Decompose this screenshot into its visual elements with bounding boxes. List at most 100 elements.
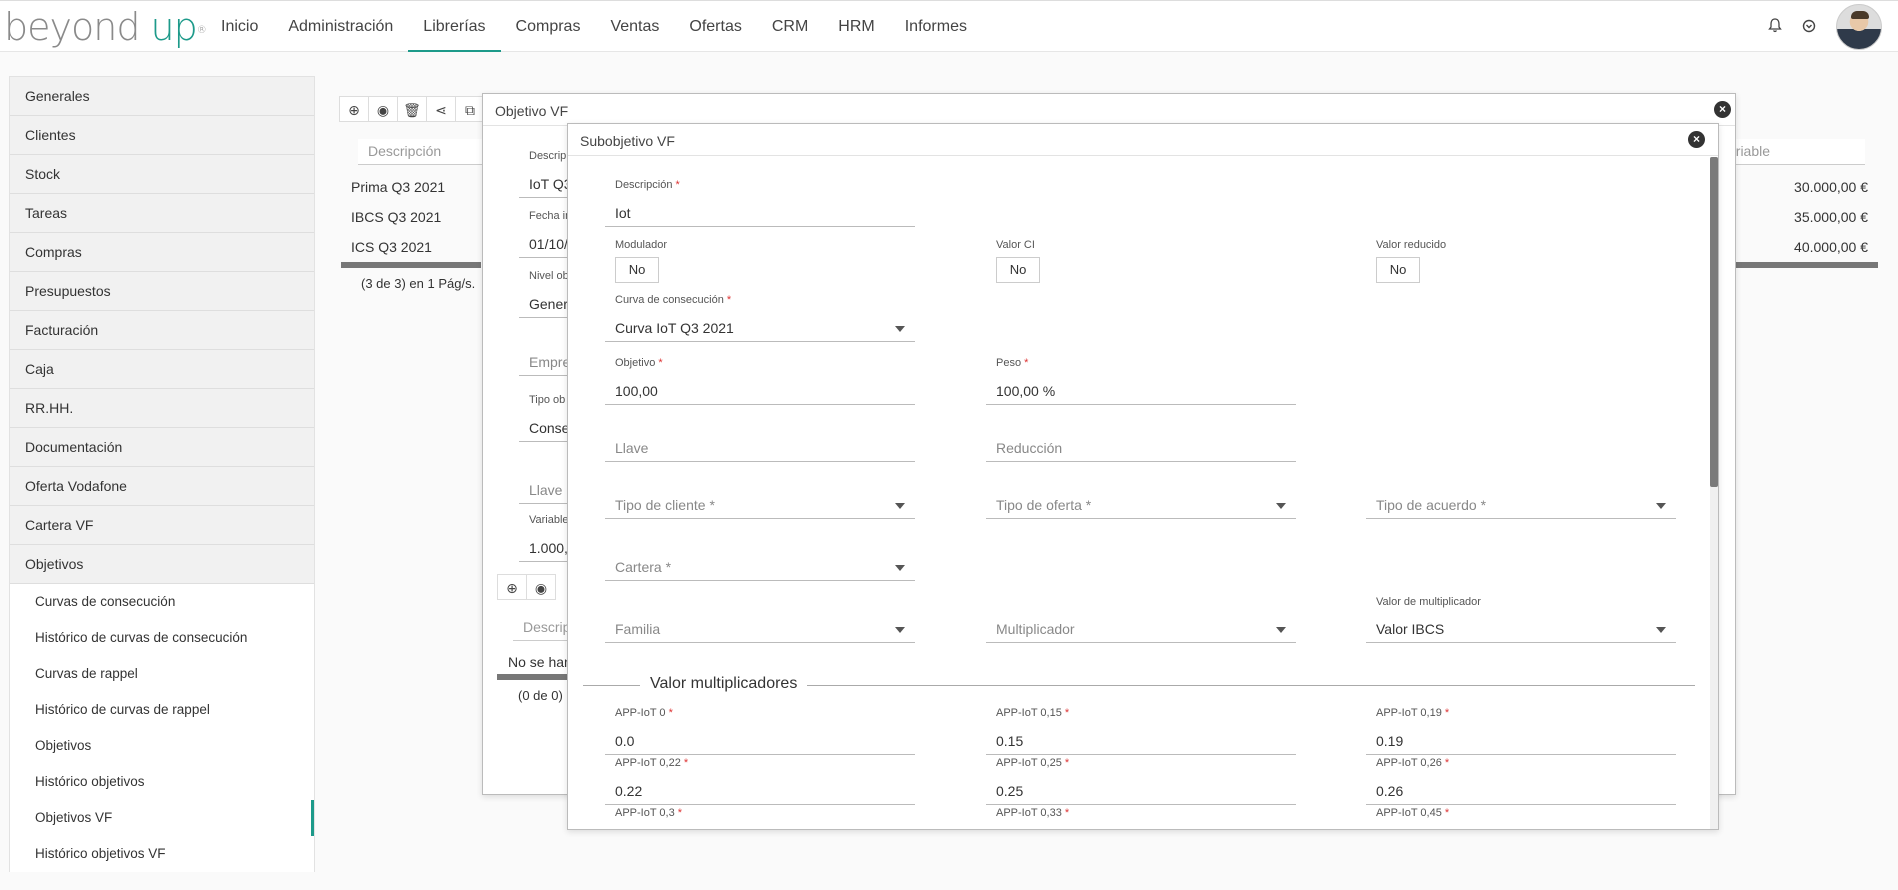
close-icon[interactable]: ×	[1714, 101, 1731, 118]
sidebar-item-caja[interactable]: Caja	[10, 350, 314, 389]
chevron-down-icon	[895, 627, 905, 633]
cartera-select[interactable]: Cartera *	[605, 555, 915, 581]
multiplicador-select[interactable]: Multiplicador	[986, 617, 1296, 643]
objetivo-field[interactable]: 100,00	[605, 379, 915, 405]
list-row-value-2[interactable]: 35.000,00 €	[1718, 209, 1868, 225]
obj-add-button[interactable]: ⊕	[497, 574, 527, 600]
nav-ofertas[interactable]: Ofertas	[674, 1, 756, 52]
list-row-desc-3[interactable]: ICS Q3 2021	[351, 239, 432, 255]
obj-pagination: (0 de 0)	[518, 688, 563, 703]
modulador-toggle[interactable]: No	[615, 257, 659, 283]
nav-compras[interactable]: Compras	[501, 1, 596, 52]
nav-inicio[interactable]: Inicio	[206, 1, 273, 52]
eye-icon: ◉	[534, 580, 548, 596]
obj-view-button[interactable]: ◉	[526, 574, 556, 600]
nav-librerias[interactable]: Librerías	[408, 1, 501, 52]
list-row-desc-2[interactable]: IBCS Q3 2021	[351, 209, 441, 225]
app-iot-022-field[interactable]: 0.22	[605, 779, 915, 805]
llave-field[interactable]: Llave	[605, 436, 915, 462]
obj-label-fecha: Fecha in	[529, 210, 572, 222]
curva-select[interactable]: Curva IoT Q3 2021	[605, 316, 915, 342]
obj-label-descripcion: Descrip	[529, 150, 567, 162]
subobjetivo-vf-dialog: Subobjetivo VF × Descripción * Iot Modul…	[567, 123, 1719, 830]
nav-hrm[interactable]: HRM	[823, 1, 889, 52]
chevron-down-icon	[895, 565, 905, 571]
app-iot-026-field[interactable]: 0.26	[1366, 779, 1676, 805]
label-app-iot-022: APP-IoT 0,22 *	[615, 757, 689, 769]
sidebar-sub-curvas-rappel[interactable]: Curvas de rappel	[10, 656, 314, 692]
nav-ventas[interactable]: Ventas	[595, 1, 674, 52]
cutoff-row: APP-IoT 0,3 * APP-IoT 0,33 * APP-IoT 0,4…	[568, 807, 1708, 829]
descripcion-field[interactable]: Iot	[605, 201, 915, 227]
sidebar-item-oferta-vodafone[interactable]: Oferta Vodafone	[10, 467, 314, 506]
app-iot-015-field[interactable]: 0.15	[986, 729, 1296, 755]
valor-multiplicador-select[interactable]: Valor IBCS	[1366, 617, 1676, 643]
label-app-iot-033: APP-IoT 0,33 *	[996, 807, 1070, 819]
sidebar-sub-historico-objetivos-vf[interactable]: Histórico objetivos VF	[10, 836, 314, 872]
sidebar-item-presupuestos[interactable]: Presupuestos	[10, 272, 314, 311]
add-button[interactable]: ⊕	[339, 96, 369, 122]
sidebar-item-tareas[interactable]: Tareas	[10, 194, 314, 233]
obj-sub-search-input[interactable]: Descrip	[513, 615, 573, 641]
list-row-value-3[interactable]: 40.000,00 €	[1718, 239, 1868, 255]
logo[interactable]: beyond up®	[4, 5, 207, 49]
nav-administracion[interactable]: Administración	[273, 1, 408, 52]
share-button[interactable]: ⋖	[426, 96, 456, 122]
sidebar-item-rrhh[interactable]: RR.HH.	[10, 389, 314, 428]
sidebar-item-generales[interactable]: Generales	[10, 77, 314, 116]
logo-text-up: up	[150, 5, 198, 49]
subobjetivo-vf-title: Subobjetivo VF	[568, 124, 1718, 156]
sidebar-sub-historico-objetivos[interactable]: Histórico objetivos	[10, 764, 314, 800]
view-button[interactable]: ◉	[368, 96, 398, 122]
sidebar-sub-historico-curvas-consecucion[interactable]: Histórico de curvas de consecución	[10, 620, 314, 656]
sidebar-item-compras[interactable]: Compras	[10, 233, 314, 272]
sidebar-item-objetivos[interactable]: Objetivos	[10, 545, 314, 584]
scrollbar-thumb[interactable]	[1710, 157, 1718, 487]
reduccion-field[interactable]: Reducción	[986, 436, 1296, 462]
section-title-multiplicadores: Valor multiplicadores	[640, 675, 808, 693]
sidebar-sub-objetivos[interactable]: Objetivos	[10, 728, 314, 764]
sidebar-sub-historico-curvas-rappel[interactable]: Histórico de curvas de rappel	[10, 692, 314, 728]
label-valor-multiplicador: Valor de multiplicador	[1376, 596, 1481, 608]
label-app-iot-026: APP-IoT 0,26 *	[1376, 757, 1450, 769]
list-footer-bar	[341, 262, 481, 268]
sidebar-sub-objetivos-vf[interactable]: Objetivos VF	[10, 800, 314, 836]
sidebar-item-documentacion[interactable]: Documentación	[10, 428, 314, 467]
valor-ci-toggle[interactable]: No	[996, 257, 1040, 283]
sidebar-item-clientes[interactable]: Clientes	[10, 116, 314, 155]
sidebar-item-stock[interactable]: Stock	[10, 155, 314, 194]
nav-crm[interactable]: CRM	[757, 1, 823, 52]
app-iot-025-field[interactable]: 0.25	[986, 779, 1296, 805]
label-objetivo: Objetivo *	[615, 357, 663, 369]
chevron-down-icon	[1656, 503, 1666, 509]
list-row-value-1[interactable]: 30.000,00 €	[1718, 179, 1868, 195]
obj-footer-bar	[497, 674, 567, 680]
familia-select[interactable]: Familia	[605, 617, 915, 643]
chevron-down-icon	[1276, 627, 1286, 633]
sidebar-sub-curvas-consecucion[interactable]: Curvas de consecución	[10, 584, 314, 620]
peso-field[interactable]: 100,00 %	[986, 379, 1296, 405]
chevron-down-icon	[1656, 627, 1666, 633]
nav-informes[interactable]: Informes	[890, 1, 982, 52]
description-search-input[interactable]: Descripción	[358, 139, 488, 165]
sidebar-item-facturacion[interactable]: Facturación	[10, 311, 314, 350]
close-icon[interactable]: ×	[1688, 131, 1705, 148]
avatar[interactable]	[1836, 4, 1882, 50]
list-row-desc-1[interactable]: Prima Q3 2021	[351, 179, 445, 195]
app-iot-0-field[interactable]: 0.0	[605, 729, 915, 755]
circle-arrow-icon[interactable]	[1792, 19, 1826, 36]
variable-search-input[interactable]: ariable	[1718, 139, 1865, 165]
top-bar: beyond up® Inicio Administración Librerí…	[0, 0, 1898, 52]
tipo-cliente-select[interactable]: Tipo de cliente *	[605, 493, 915, 519]
copy-button[interactable]: ⧉	[455, 96, 485, 122]
delete-button[interactable]: 🗑	[397, 96, 427, 122]
tipo-acuerdo-select[interactable]: Tipo de acuerdo *	[1366, 493, 1676, 519]
valor-reducido-toggle[interactable]: No	[1376, 257, 1420, 283]
sidebar-item-cartera-vf[interactable]: Cartera VF	[10, 506, 314, 545]
logo-text-beyond: beyond	[4, 5, 140, 49]
tipo-oferta-select[interactable]: Tipo de oferta *	[986, 493, 1296, 519]
bell-icon[interactable]	[1758, 18, 1792, 36]
label-curva: Curva de consecución *	[615, 294, 732, 306]
app-iot-019-field[interactable]: 0.19	[1366, 729, 1676, 755]
copy-icon: ⧉	[465, 102, 475, 118]
